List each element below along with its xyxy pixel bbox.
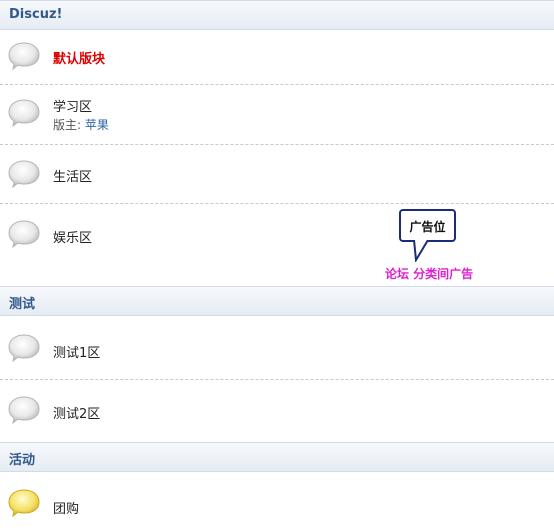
forum-row-study[interactable]: 学习区 版主: 苹果 xyxy=(0,85,554,145)
forum-name[interactable]: 团购 xyxy=(53,498,79,517)
speech-bubble-icon xyxy=(8,334,40,363)
forum-name[interactable]: 学习区 xyxy=(53,96,92,115)
forum-name[interactable]: 测试1区 xyxy=(53,342,100,361)
forum-name[interactable]: 生活区 xyxy=(53,166,92,185)
category-title[interactable]: 测试 xyxy=(9,293,35,312)
category-header-test[interactable]: 测试 xyxy=(0,286,554,316)
speech-bubble-icon xyxy=(8,396,40,425)
forum-name[interactable]: 娱乐区 xyxy=(53,227,92,246)
category-header-activity[interactable]: 活动 xyxy=(0,442,554,472)
category-title[interactable]: 活动 xyxy=(9,449,35,468)
forum-row-test1[interactable]: 测试1区 xyxy=(0,316,554,380)
moderator-info: 版主: 苹果 xyxy=(53,116,109,133)
forum-row-group-buy[interactable]: 团购 xyxy=(0,472,554,531)
forum-row-default-board[interactable]: 默认版块 xyxy=(0,30,554,85)
forum-name[interactable]: 默认版块 xyxy=(53,48,105,67)
speech-bubble-icon xyxy=(8,99,40,128)
speech-bubble-icon xyxy=(8,220,40,249)
ad-caption: 论坛 分类间广告 xyxy=(385,267,474,281)
moderator-label: 版主: xyxy=(53,118,82,132)
moderator-link[interactable]: 苹果 xyxy=(85,118,109,132)
speech-bubble-new-icon xyxy=(8,489,40,518)
speech-bubble-icon xyxy=(8,160,40,189)
category-title[interactable]: Discuz! xyxy=(9,7,62,22)
forum-name[interactable]: 测试2区 xyxy=(53,403,100,422)
speech-bubble-icon xyxy=(8,42,40,71)
ad-pointer-icon xyxy=(413,240,429,262)
ad-callout-text: 广告位 xyxy=(409,220,446,234)
category-header-discuz[interactable]: Discuz! xyxy=(0,0,554,30)
ad-callout[interactable]: 广告位 xyxy=(399,209,456,242)
forum-row-life[interactable]: 生活区 xyxy=(0,145,554,204)
forum-row-test2[interactable]: 测试2区 xyxy=(0,380,554,442)
